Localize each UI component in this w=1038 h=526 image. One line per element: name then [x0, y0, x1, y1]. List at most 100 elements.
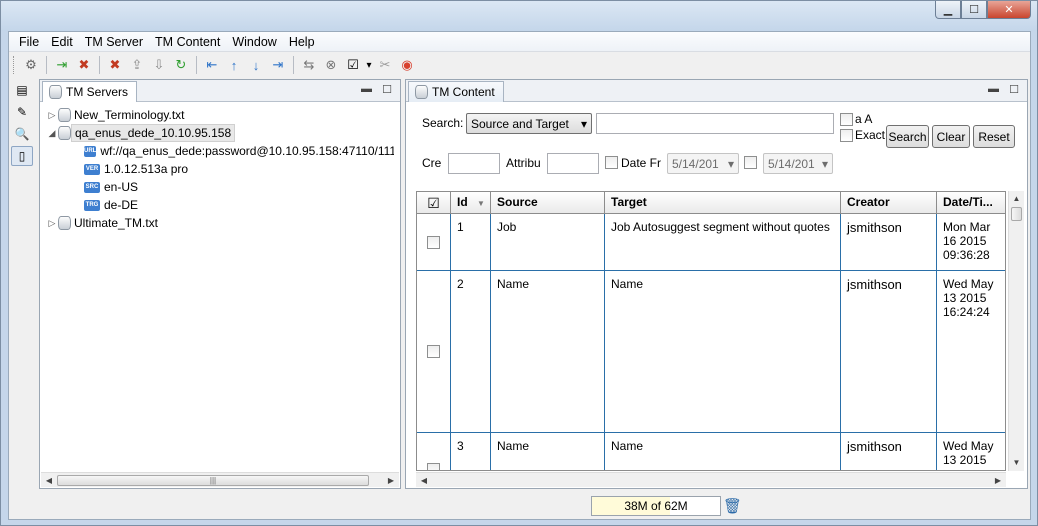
minimize-button[interactable]: ▁	[935, 1, 961, 19]
search-mode-select[interactable]: Source and Target ▾	[466, 113, 592, 134]
cell-date: Wed May 13 2015 16:24:24	[943, 277, 994, 319]
date-to-picker[interactable]: 5/14/201 ▾	[763, 153, 833, 174]
column-header-date[interactable]: Date/Ti...	[937, 192, 1005, 214]
row-checkbox[interactable]	[427, 345, 440, 358]
tm-content-table: ☑ Id ▼ Source Target Creator Date/Ti... …	[416, 191, 1006, 471]
menu-help[interactable]: Help	[283, 32, 321, 52]
menu-tm-content[interactable]: TM Content	[149, 32, 226, 52]
cancel-icon[interactable]: ⊗	[320, 55, 342, 75]
table-row[interactable]: 2 Name Name jsmithson Wed May 13 2015 16…	[417, 271, 1005, 433]
tree-leaf-source-lang[interactable]: SRC en-US	[46, 178, 394, 196]
scroll-up-icon[interactable]: ▲	[1009, 191, 1024, 207]
move-up-icon[interactable]: ↑	[223, 55, 245, 75]
date-to-checkbox[interactable]	[744, 156, 757, 169]
edit-tm-icon[interactable]: ✎	[11, 102, 33, 122]
row-checkbox[interactable]	[427, 463, 440, 470]
row-checkbox-cell[interactable]	[417, 214, 451, 270]
table-row[interactable]: 3 Name Name jsmithson Wed May 13 2015	[417, 433, 1005, 470]
new-tm-icon[interactable]: ▤	[11, 80, 33, 100]
tree-leaf-target-lang[interactable]: TRG de-DE	[46, 196, 394, 214]
refresh-tm-icon[interactable]: ↻	[170, 55, 192, 75]
tab-tm-content-label: TM Content	[432, 85, 495, 99]
table-row[interactable]: 1 Job Job Autosuggest segment without qu…	[417, 214, 1005, 271]
date-from-picker[interactable]: 5/14/201 ▾	[667, 153, 739, 174]
expand-arrow-icon[interactable]: ▷	[46, 110, 58, 121]
exact-checkbox[interactable]	[840, 129, 853, 142]
search-tm-icon[interactable]: 🔍	[11, 124, 33, 144]
check-all-icon[interactable]: ☑	[342, 55, 364, 75]
select-all-checkbox[interactable]: ☑	[417, 192, 451, 214]
tree-node-qa-enus-dede[interactable]: ◢ qa_enus_dede_10.10.95.158	[46, 124, 394, 142]
tree-leaf-url[interactable]: URL wf://qa_enus_dede:password@10.10.95.…	[46, 142, 394, 160]
date-to-value: 5/14/201	[768, 156, 815, 171]
toolbar-grip[interactable]	[13, 56, 16, 74]
column-header-target[interactable]: Target	[605, 192, 841, 214]
panel-maximize-icon[interactable]: ☐	[382, 83, 392, 96]
scroll-left-icon[interactable]: ◀	[416, 476, 432, 485]
add-server-icon[interactable]: ⇥	[51, 55, 73, 75]
garbage-collect-icon[interactable]: 🗑	[723, 497, 742, 515]
cell-source[interactable]: Job	[491, 214, 605, 270]
reset-button[interactable]: Reset	[973, 125, 1015, 148]
tab-tm-servers[interactable]: TM Servers	[42, 81, 138, 102]
replace-icon[interactable]: ⇆	[298, 55, 320, 75]
tree-node-ultimate-tm[interactable]: ▷ Ultimate_TM.txt	[46, 214, 394, 232]
stop-icon[interactable]: ◉	[396, 55, 418, 75]
expand-arrow-icon[interactable]: ▷	[46, 218, 58, 229]
search-button[interactable]: Search	[886, 125, 929, 148]
settings-icon[interactable]: ⚙	[20, 55, 42, 75]
scroll-down-icon[interactable]: ▼	[1009, 455, 1024, 471]
column-header-source[interactable]: Source	[491, 192, 605, 214]
cell-target[interactable]: Job Autosuggest segment without quotes	[605, 214, 841, 270]
row-checkbox-cell[interactable]	[417, 433, 451, 470]
move-down-icon[interactable]: ↓	[245, 55, 267, 75]
menu-tm-server[interactable]: TM Server	[79, 32, 149, 52]
import-icon[interactable]: ⇩	[148, 55, 170, 75]
move-last-icon[interactable]: ⇥	[267, 55, 289, 75]
remove-server-icon[interactable]: ✖	[73, 55, 95, 75]
delete-tm-icon[interactable]: ✖	[104, 55, 126, 75]
cell-target[interactable]: Name	[605, 271, 841, 432]
row-checkbox[interactable]	[427, 235, 440, 249]
clear-button[interactable]: Clear	[932, 125, 970, 148]
panel-minimize-icon[interactable]: ▬	[361, 83, 372, 95]
row-checkbox-cell[interactable]	[417, 271, 451, 432]
menu-edit[interactable]: Edit	[45, 32, 79, 52]
cell-creator: jsmithson	[841, 433, 937, 470]
search-input[interactable]	[596, 113, 834, 134]
scroll-thumb[interactable]: |||	[57, 474, 369, 486]
scroll-right-icon[interactable]: ▶	[990, 476, 1006, 485]
cell-source[interactable]: Name	[491, 271, 605, 432]
column-header-creator[interactable]: Creator	[841, 192, 937, 214]
client-area: File Edit TM Server TM Content Window He…	[8, 31, 1031, 520]
attribute-input[interactable]	[547, 153, 599, 174]
collapse-arrow-icon[interactable]: ◢	[46, 128, 58, 139]
tm-content-icon[interactable]: ▯	[11, 146, 33, 166]
cell-id: 2	[451, 271, 491, 432]
export-icon[interactable]: ⇪	[126, 55, 148, 75]
match-case-checkbox[interactable]	[840, 113, 853, 126]
tree-horizontal-scrollbar[interactable]: ◀ ||| ▶	[41, 472, 399, 487]
table-horizontal-scrollbar[interactable]: ◀ ▶	[416, 472, 1006, 487]
menu-window[interactable]: Window	[226, 32, 282, 52]
maximize-button[interactable]: ☐	[961, 1, 987, 19]
table-vertical-scrollbar[interactable]: ▲ ▼	[1008, 191, 1024, 471]
panel-maximize-icon[interactable]: ☐	[1009, 83, 1019, 96]
date-from-checkbox[interactable]	[605, 156, 618, 169]
scroll-thumb[interactable]	[1011, 207, 1022, 221]
disconnect-icon[interactable]: ✂	[374, 55, 396, 75]
panel-minimize-icon[interactable]: ▬	[988, 83, 999, 95]
cell-source[interactable]: Name	[491, 433, 605, 470]
cell-target[interactable]: Name	[605, 433, 841, 470]
column-header-id[interactable]: Id ▼	[451, 192, 491, 214]
tree-leaf-version[interactable]: VER 1.0.12.513a pro	[46, 160, 394, 178]
menu-file[interactable]: File	[13, 32, 45, 52]
creator-input[interactable]	[448, 153, 500, 174]
scroll-left-icon[interactable]: ◀	[41, 476, 57, 485]
dropdown-arrow-icon[interactable]: ▾	[364, 55, 374, 75]
close-button[interactable]: ✕	[987, 1, 1031, 19]
scroll-right-icon[interactable]: ▶	[383, 476, 399, 485]
tree-node-new-terminology[interactable]: ▷ New_Terminology.txt	[46, 106, 394, 124]
tab-tm-content[interactable]: TM Content	[408, 81, 504, 102]
move-first-icon[interactable]: ⇤	[201, 55, 223, 75]
